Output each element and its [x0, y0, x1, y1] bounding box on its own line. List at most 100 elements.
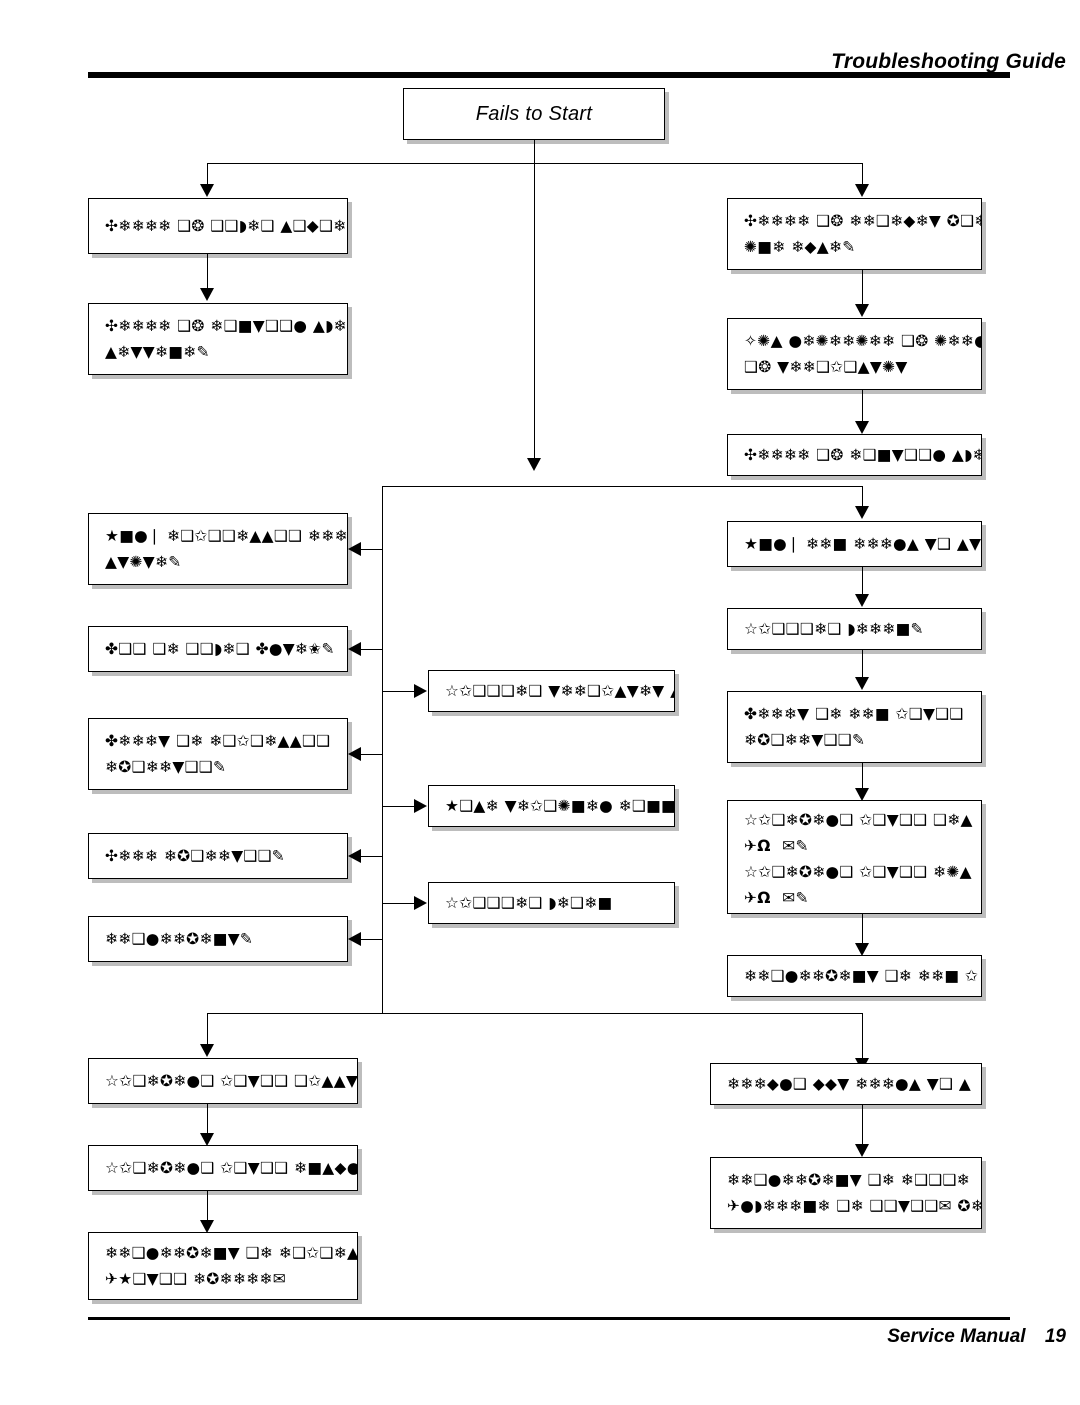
connector-mid-bar: [382, 486, 863, 488]
connector-l1-to-l2: [207, 254, 209, 289]
flow-node-rr5: ❄❄❑●❄❄✪❄■▼ ❑❄ ❄❄■ ✩: [727, 955, 982, 997]
arrow-to-rr2: [855, 594, 869, 607]
flow-node-start: Fails to Start: [403, 88, 665, 140]
arrow-to-br2: [855, 1144, 869, 1157]
flow-node-rr2: ☆✩❑❑❑❄❑ ◗❄❄❄■✎: [727, 608, 982, 650]
flow-node-rr4-label: ☆✩❑❄✪❄●❑ ✩❑▼❑❑ ❑❄▲ ✈Ω ✉✎ ☆✩❑❄✪❄●❑ ✩❑▼❑❑ …: [744, 811, 973, 907]
connector-rail-to-c2: [383, 806, 415, 808]
flow-node-m1-label: ★■●❘ ❄❑✩❑❑❄▲▲❑❑ ❄❄❄●▲ ▼❑ ▲▼✺▼❄✎: [105, 527, 348, 571]
flow-node-rr2-label: ☆✩❑❑❑❄❑ ◗❄❄❄■✎: [744, 620, 924, 638]
flow-node-l1-label: ✣❄❄❄❄ ❑❂ ❑❑◗❄❑ ▲❑◆❑❄❄✎: [105, 217, 348, 235]
connector-bottom-left-stem: [207, 1013, 209, 1045]
flow-node-c1-label: ☆✩❑❑❑❄❑ ▼❄❄❑✩▲▼❄▼ ▲❄▼▼❄■: [445, 682, 674, 700]
flow-node-m3: ✤❄❄❄▼ ❑❄ ❄❑✩❑❄▲▲❑❑ ❄✪❑❄❄▼❑❑✎: [88, 718, 348, 790]
footer-divider: [88, 1317, 1010, 1320]
flow-node-r3: ✣❄❄❄❄ ❑❂ ❄❑■▼❑❑● ▲◗❄✬: [727, 434, 982, 476]
connector-br1-to-br2: [862, 1105, 864, 1145]
connector-mid-to-rr1: [862, 486, 864, 508]
header-divider: [88, 72, 1010, 78]
connector-rr1-to-rr2: [862, 567, 864, 595]
connector-rr2-to-rr3: [862, 650, 864, 678]
connector-r2-to-r3: [862, 390, 864, 422]
flow-node-m1: ★■●❘ ❄❑✩❑❑❄▲▲❑❑ ❄❄❄●▲ ▼❑ ▲▼✺▼❄✎: [88, 513, 348, 585]
flow-node-br1-label: ❄❄❄◆●❑ ◆◆▼ ❄❄❄●▲ ▼❑ ▲: [727, 1075, 972, 1093]
flow-node-r1-label: ✣❄❄❄❄ ❑❂ ❄❄❑❄◆❄▼ ✪❑❄✬ ✺■❄ ❄◆▲❄✎: [744, 212, 981, 256]
flow-node-c3-label: ☆✩❑❑❑❄❑ ◗❄❑❄■: [445, 894, 613, 912]
flow-node-c3: ☆✩❑❑❑❄❑ ◗❄❑❄■: [428, 882, 675, 924]
arrow-center-spine: [527, 458, 541, 471]
flow-node-m3-label: ✤❄❄❄▼ ❑❄ ❄❑✩❑❄▲▲❑❑ ❄✪❑❄❄▼❑❑✎: [105, 732, 331, 776]
arrow-to-rr1: [855, 506, 869, 519]
flow-node-m4-label: ✣❄❄❄ ❄✪❑❄❄▼❑❑✎: [105, 847, 286, 865]
flow-node-br1: ❄❄❄◆●❑ ◆◆▼ ❄❄❄●▲ ▼❑ ▲: [710, 1063, 982, 1105]
flow-node-bl2: ☆✩❑❄✪❄●❑ ✩❑▼❑❑ ❄■▲◆●✺▼❄❑■ ✈ ✉: [88, 1145, 358, 1191]
flow-node-br2: ❄❄❑●❄❄✪❄■▼ ❑❄ ❄❑❑❑❄ ✈●◗❄❄❄■❄ ❑❄ ❑❑▼❑❑✉ ✪…: [710, 1157, 982, 1229]
connector-rail-to-c3: [383, 903, 415, 905]
flow-node-m4: ✣❄❄❄ ❄✪❑❄❄▼❑❑✎: [88, 833, 348, 879]
arrow-into-m5: [348, 932, 361, 946]
flow-node-m2-label: ✤❑❑ ❑❄ ❑❑◗❄❑ ✤●▼❄✬✎: [105, 640, 335, 658]
flow-node-bl2-label: ☆✩❑❄✪❄●❑ ✩❑▼❑❑ ❄■▲◆●✺▼❄❑■ ✈ ✉: [105, 1159, 358, 1177]
flow-node-rr3: ✤❄❄❄▼ ❑❄ ❄❄■ ✩❑▼❑❑ ❄✪❑❄❄▼❑❑✎: [727, 691, 982, 763]
arrow-to-r2: [855, 304, 869, 317]
connector-rail-to-m1: [360, 549, 383, 551]
connector-to-l1-stem: [207, 163, 209, 185]
page-title: Troubleshooting Guide: [831, 50, 1066, 73]
connector-rr4-to-rr5: [862, 914, 864, 944]
connector-r1-to-r2: [862, 270, 864, 305]
flow-node-br2-label: ❄❄❑●❄❄✪❄■▼ ❑❄ ❄❑❑❑❄ ✈●◗❄❄❄■❄ ❑❄ ❑❑▼❑❑✉ ✪…: [727, 1171, 981, 1215]
connector-to-r1-stem: [862, 163, 864, 185]
arrow-to-r3: [855, 421, 869, 434]
arrow-to-l1: [200, 184, 214, 197]
flow-node-r1: ✣❄❄❄❄ ❑❂ ❄❄❑❄◆❄▼ ✪❑❄✬ ✺■❄ ❄◆▲❄✎: [727, 198, 982, 270]
connector-center-spine: [534, 163, 536, 460]
flow-node-bl1-label: ☆✩❑❄✪❄●❑ ✩❑▼❑❑ ❑✩▲▲▼✺■❄❄ ✈ ✉: [105, 1072, 358, 1090]
flow-node-bl3-label: ❄❄❑●❄❄✪❄■▼ ❑❄ ❄❑✩❑❄▲▲❑❑ ✈★❑▼❑❑ ❄✪❄❄❄❄✉: [105, 1244, 358, 1288]
flow-node-rr4: ☆✩❑❄✪❄●❑ ✩❑▼❑❑ ❑❄▲ ✈Ω ✉✎ ☆✩❑❄✪❄●❑ ✩❑▼❑❑ …: [727, 800, 982, 914]
arrow-to-rr3: [855, 677, 869, 690]
footer: Service Manual 19: [887, 1326, 1066, 1348]
flow-node-r2: ✧✺▲ ●❄✺❄❄✺❄❄ ❑❂ ✺❄❄●❄ ❑❂ ▼❄❄❑✩❑▲▼✺▼: [727, 318, 982, 390]
connector-rail-to-m5: [360, 939, 383, 941]
flow-node-c2-label: ★❑▲❄ ▼❄✩❑✺■❄● ❄❑■■❄❄▼❄❑✎: [445, 797, 675, 815]
flow-node-rr1-label: ★■●❘ ❄❄■ ❄❄❄●▲ ▼❑ ▲▼✺: [744, 535, 982, 553]
flow-node-bl3: ❄❄❑●❄❄✪❄■▼ ❑❄ ❄❑✩❑❄▲▲❑❑ ✈★❑▼❑❑ ❄✪❄❄❄❄✉: [88, 1232, 358, 1300]
flow-node-m5-label: ❄❄❑●❄❄✪❄■▼✎: [105, 930, 254, 948]
arrow-into-m4: [348, 849, 361, 863]
connector-bl1-to-bl2: [207, 1104, 209, 1134]
arrow-to-r1: [855, 184, 869, 197]
flow-node-r2-label: ✧✺▲ ●❄✺❄❄✺❄❄ ❑❂ ✺❄❄●❄ ❑❂ ▼❄❄❑✩❑▲▼✺▼: [744, 332, 981, 376]
flow-node-rr1: ★■●❘ ❄❄■ ❄❄❄●▲ ▼❑ ▲▼✺: [727, 521, 982, 567]
arrow-into-c2: [414, 799, 427, 813]
connector-rr3-to-rr4: [862, 763, 864, 789]
connector-rail-to-m3: [360, 754, 383, 756]
arrow-to-bl1: [200, 1044, 214, 1057]
connector-bottom-right-stem: [862, 1013, 864, 1059]
flow-node-l2-label: ✣❄❄❄❄ ❑❂ ❄❑■▼❑❑● ▲◗❄▼❄❄ ▲❄▼▼❄■❄✎: [105, 317, 347, 361]
footer-label: Service Manual: [887, 1326, 1026, 1347]
arrow-into-c1: [414, 684, 427, 698]
connector-start-stem: [534, 140, 536, 164]
arrow-into-c3: [414, 896, 427, 910]
connector-bottom-bar: [207, 1013, 863, 1015]
flow-node-rr5-label: ❄❄❑●❄❄✪❄■▼ ❑❄ ❄❄■ ✩: [744, 967, 979, 985]
arrow-to-l2: [200, 288, 214, 301]
arrow-into-m2: [348, 642, 361, 656]
flow-node-rr3-label: ✤❄❄❄▼ ❑❄ ❄❄■ ✩❑▼❑❑ ❄✪❑❄❄▼❑❑✎: [744, 705, 964, 749]
connector-bl2-to-bl3: [207, 1191, 209, 1221]
footer-page-number: 19: [1044, 1326, 1066, 1347]
flow-node-bl1: ☆✩❑❄✪❄●❑ ✩❑▼❑❑ ❑✩▲▲▼✺■❄❄ ✈ ✉: [88, 1058, 358, 1104]
arrow-into-m1: [348, 542, 361, 556]
arrow-into-m3: [348, 747, 361, 761]
flow-node-c1: ☆✩❑❑❑❄❑ ▼❄❄❑✩▲▼❄▼ ▲❄▼▼❄■: [428, 670, 675, 712]
flow-node-r3-label: ✣❄❄❄❄ ❑❂ ❄❑■▼❑❑● ▲◗❄✬: [744, 446, 982, 464]
flow-node-l1: ✣❄❄❄❄ ❑❂ ❑❑◗❄❑ ▲❑◆❑❄❄✎: [88, 198, 348, 254]
flow-node-start-label: Fails to Start: [475, 103, 593, 125]
connector-rail-to-c1: [383, 691, 415, 693]
connector-left-rail: [382, 486, 384, 1013]
flow-node-m5: ❄❄❑●❄❄✪❄■▼✎: [88, 916, 348, 962]
connector-rail-to-m4: [360, 856, 383, 858]
flow-node-l2: ✣❄❄❄❄ ❑❂ ❄❑■▼❑❑● ▲◗❄▼❄❄ ▲❄▼▼❄■❄✎: [88, 303, 348, 375]
connector-rail-to-m2: [360, 649, 383, 651]
flow-node-m2: ✤❑❑ ❑❄ ❑❑◗❄❑ ✤●▼❄✬✎: [88, 626, 348, 672]
